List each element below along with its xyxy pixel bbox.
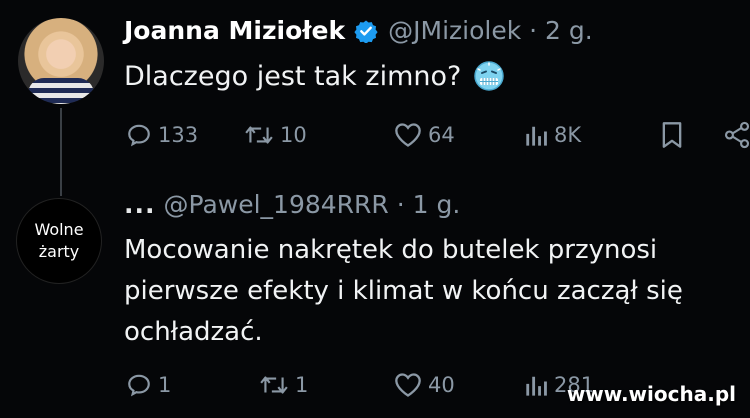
reply-author-avatar[interactable]: Wolne żarty — [16, 198, 102, 284]
tweet-text-row: Dlaczego jest tak zimno? — [124, 60, 505, 92]
retweet-button[interactable]: 10 — [244, 120, 307, 150]
reply-like-button[interactable]: 40 — [394, 370, 455, 400]
reply-text: Mocowanie nakrętek do butelek przynosi p… — [124, 235, 683, 347]
thread-line — [60, 108, 62, 196]
reply-like-count: 40 — [428, 373, 455, 397]
avatar-text-line1: Wolne — [34, 220, 84, 239]
reply-header: ... @Pawel_1984RRR · 1 g. — [124, 190, 460, 219]
reply-icon — [128, 374, 150, 397]
tweet-header: Joanna Miziołek @JMiziolek · 2 g. — [124, 16, 593, 45]
bookmark-button[interactable] — [661, 120, 689, 150]
views-chart-icon — [526, 126, 547, 146]
avatar-text-line2: żarty — [38, 242, 80, 261]
retweet-icon — [245, 126, 273, 144]
reply-retweet-count: 1 — [295, 373, 309, 397]
reply-retweet-button[interactable]: 1 — [259, 370, 308, 400]
bookmark-icon — [662, 122, 682, 148]
share-icon — [724, 121, 750, 149]
author-avatar[interactable] — [18, 18, 104, 104]
reply-reply-count: 1 — [158, 373, 172, 397]
author-name[interactable]: Joanna Miziołek — [124, 16, 345, 45]
views-chart-icon — [526, 376, 547, 396]
author-handle-time[interactable]: @JMiziolek · 2 g. — [388, 16, 593, 45]
avatar-shirt — [28, 78, 94, 104]
like-count: 64 — [428, 123, 455, 147]
views-count: 8K — [554, 123, 582, 147]
share-button[interactable] — [724, 120, 750, 150]
like-button[interactable]: 64 — [394, 120, 455, 150]
views-button[interactable]: 8K — [524, 120, 581, 150]
watermark: www.wiocha.pl — [566, 382, 736, 406]
reply-button[interactable]: 133 — [126, 120, 198, 150]
reply-icon — [128, 124, 150, 147]
more-options-icon[interactable]: ... — [124, 190, 156, 219]
heart-icon — [395, 373, 421, 397]
reply-count: 133 — [158, 123, 199, 147]
retweet-icon — [260, 376, 288, 394]
reply-handle-time[interactable]: @Pawel_1984RRR · 1 g. — [164, 190, 461, 219]
retweet-count: 10 — [280, 123, 307, 147]
tweet-text: Dlaczego jest tak zimno? — [124, 60, 462, 92]
reply-reply-button[interactable]: 1 — [126, 370, 171, 400]
cold-face-emoji-icon — [473, 60, 505, 92]
verified-badge-icon — [354, 19, 378, 43]
heart-icon — [395, 123, 421, 147]
